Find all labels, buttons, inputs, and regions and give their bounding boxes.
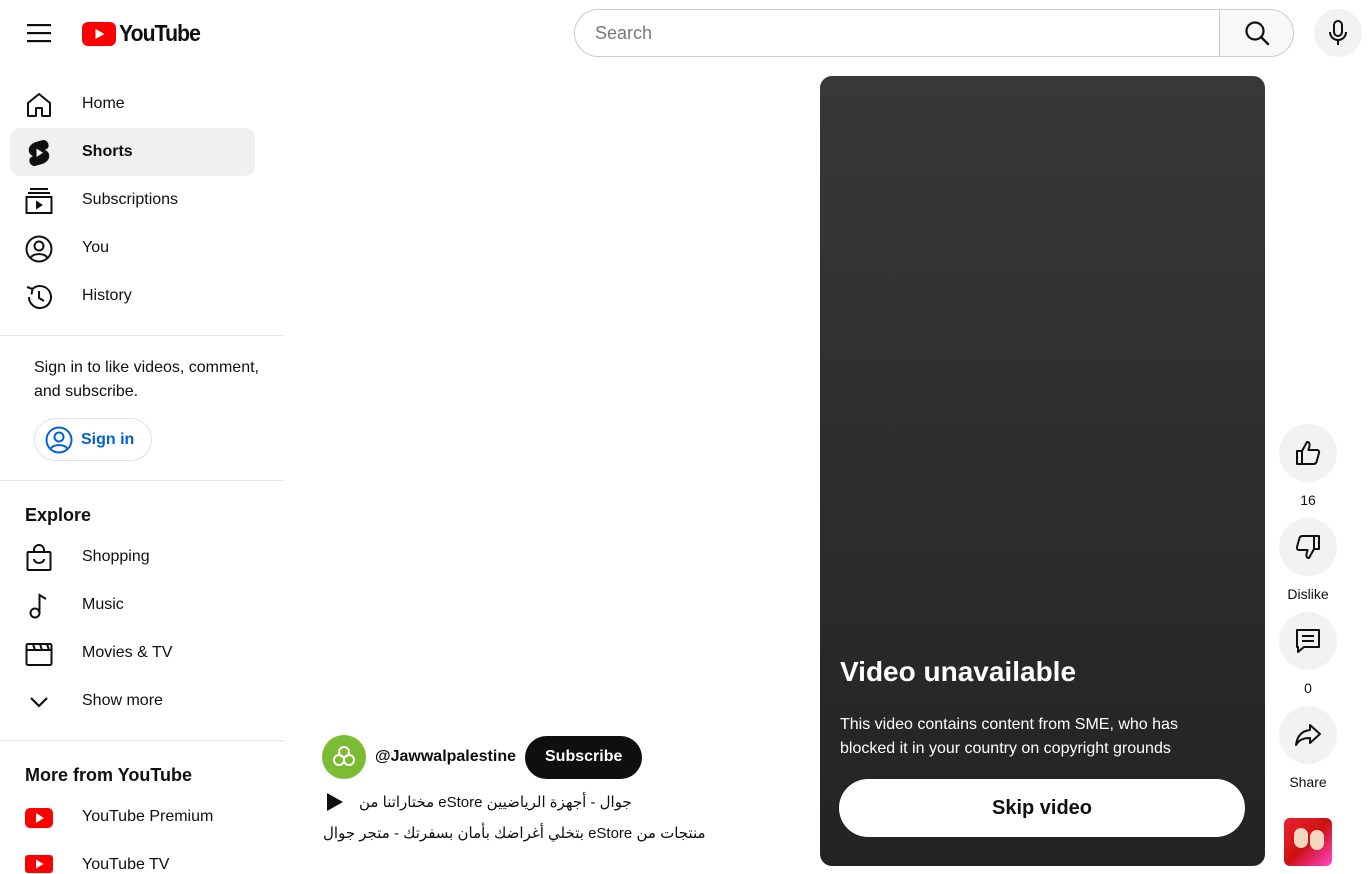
voice-search-button[interactable] — [1314, 9, 1362, 57]
shopping-bag-icon — [24, 544, 54, 572]
search-icon — [1244, 21, 1269, 46]
more-from-youtube-heading: More from YouTube — [25, 765, 193, 785]
sidebar-divider — [0, 335, 284, 336]
dislike-button[interactable] — [1279, 518, 1337, 576]
thumbnail-figure — [1310, 830, 1324, 850]
channel-handle[interactable]: @Jawwalpalestine — [375, 748, 516, 766]
hamburger-menu-icon — [27, 24, 51, 43]
search-bar — [574, 9, 1294, 57]
top-bar: YouTube — [0, 0, 1368, 66]
sidebar-divider — [0, 740, 284, 741]
explore-heading: Explore — [25, 505, 92, 525]
play-icon — [327, 793, 343, 811]
signin-prompt: Sign in to like videos, comment, and sub… — [34, 359, 259, 400]
sidebar-item-label: YouTube Premium — [82, 808, 214, 825]
you-icon — [24, 235, 54, 263]
dislike-label: Dislike — [1287, 586, 1329, 602]
sidebar-item-label: Movies & TV — [82, 644, 173, 661]
history-icon — [24, 283, 54, 311]
comment-icon — [1296, 629, 1320, 653]
subscriptions-icon — [24, 187, 54, 215]
clapperboard-icon — [24, 640, 54, 668]
thumbnail-figure — [1294, 828, 1308, 848]
dislike-action: Dislike — [1279, 518, 1337, 602]
sidebar-item-shopping[interactable]: Shopping — [10, 533, 255, 581]
youtube-logo[interactable]: YouTube — [82, 20, 207, 47]
sidebar-item-label: History — [82, 287, 132, 304]
home-icon — [24, 91, 54, 119]
chevron-down-icon — [24, 688, 54, 716]
video-unavailable-title: Video unavailable — [840, 656, 1077, 687]
youtube-tv-icon — [24, 852, 54, 874]
search-button[interactable] — [1219, 9, 1294, 57]
sidebar-item-movies-tv[interactable]: Movies & TV — [10, 629, 255, 677]
like-button[interactable] — [1279, 424, 1337, 482]
sidebar-item-youtube-tv[interactable]: YouTube TV — [10, 841, 255, 874]
sidebar-divider — [0, 480, 284, 481]
sidebar-item-label: Music — [82, 596, 124, 613]
channel-avatar[interactable] — [322, 735, 366, 779]
sidebar-item-subscriptions[interactable]: Subscriptions — [10, 176, 255, 224]
sidebar-item-shorts[interactable]: Shorts — [10, 128, 255, 176]
youtube-logo-icon — [82, 21, 116, 46]
short-description: منتجات من eStore بتخلي أغراضك بأمان بسفر… — [323, 825, 706, 842]
sidebar-item-label: You — [82, 239, 109, 256]
thumbs-up-icon — [1296, 441, 1321, 465]
sidebar-item-you[interactable]: You — [10, 224, 255, 272]
like-action: 16 — [1279, 424, 1337, 508]
jawwal-logo-icon — [333, 746, 355, 766]
sidebar-item-home[interactable]: Home — [10, 80, 255, 128]
sound-thumbnail[interactable] — [1284, 818, 1332, 866]
microphone-icon — [1329, 20, 1347, 45]
share-action: Share — [1279, 706, 1337, 790]
subscribe-button[interactable]: Subscribe — [525, 735, 643, 779]
hamburger-menu-button[interactable] — [18, 12, 60, 54]
sidebar-item-label: YouTube TV — [82, 856, 170, 873]
shorts-icon — [24, 139, 54, 167]
channel-row: @Jawwalpalestine Subscribe — [322, 735, 643, 779]
sound-track-link[interactable]: جوال - أجهزة الرياضيين eStore مختاراتنا … — [323, 790, 632, 814]
search-input[interactable] — [574, 9, 1219, 57]
sidebar-show-more[interactable]: Show more — [10, 677, 255, 725]
like-count: 16 — [1300, 492, 1316, 508]
share-button[interactable] — [1279, 706, 1337, 764]
music-note-icon — [24, 592, 54, 620]
sign-in-button[interactable]: Sign in — [34, 418, 152, 461]
sidebar-item-label: Shorts — [82, 143, 133, 160]
sidebar-item-label: Subscriptions — [82, 191, 179, 208]
youtube-logo-text: YouTube — [119, 20, 201, 46]
sidebar-item-youtube-premium[interactable]: YouTube Premium — [10, 793, 255, 841]
video-unavailable-message: This video contains content from SME, wh… — [840, 716, 1178, 757]
youtube-premium-icon — [24, 804, 54, 832]
comment-count: 0 — [1304, 680, 1312, 696]
sidebar-item-label: Home — [82, 95, 125, 112]
sound-track-title: جوال - أجهزة الرياضيين eStore مختاراتنا … — [359, 794, 632, 811]
sidebar-item-music[interactable]: Music — [10, 581, 255, 629]
account-circle-icon — [45, 426, 73, 453]
sign-in-label: Sign in — [81, 430, 135, 448]
thumbs-down-icon — [1295, 535, 1320, 559]
share-label: Share — [1289, 774, 1327, 790]
comments-action: 0 — [1279, 612, 1337, 696]
sidebar-item-label: Shopping — [82, 548, 150, 565]
video-player: Video unavailable This video contains co… — [820, 76, 1265, 866]
comments-button[interactable] — [1279, 612, 1337, 670]
share-icon — [1295, 724, 1321, 746]
skip-video-button[interactable]: Skip video — [839, 779, 1245, 837]
sidebar-item-history[interactable]: History — [10, 272, 255, 320]
sidebar-item-label: Show more — [82, 692, 163, 709]
